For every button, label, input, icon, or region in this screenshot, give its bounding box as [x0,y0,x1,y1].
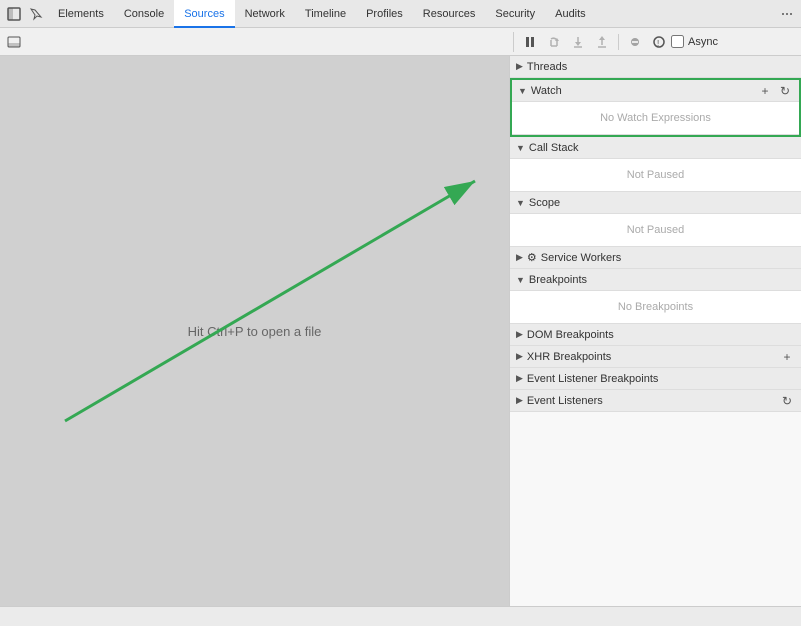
main-area: Hit Ctrl+P to open a file ▶ Threads ▼ Wa… [0,56,801,606]
step-over-button[interactable] [542,30,566,54]
call-stack-arrow: ▼ [516,143,525,153]
sources-toolbar: ! Async [0,28,801,56]
dom-breakpoints-label: DOM Breakpoints [527,329,614,341]
scope-label: Scope [529,197,560,209]
scope-status: Not Paused [510,218,801,242]
watch-actions: + ↻ [757,83,793,99]
async-checkbox-group: Async [671,35,718,48]
open-file-hint: Hit Ctrl+P to open a file [188,324,322,339]
tab-elements[interactable]: Elements [48,0,114,28]
xhr-actions: + [779,349,795,365]
watch-placeholder: No Watch Expressions [512,106,799,130]
tab-audits[interactable]: Audits [545,0,596,28]
tab-timeline[interactable]: Timeline [295,0,356,28]
event-listeners-section-header[interactable]: ▶ Event Listeners ↻ [510,390,801,412]
step-into-button[interactable] [566,30,590,54]
service-workers-arrow: ▶ [516,252,523,263]
watch-refresh-button[interactable]: ↻ [777,83,793,99]
call-stack-section-header[interactable]: ▼ Call Stack [510,137,801,159]
deactivate-breakpoints-button[interactable] [623,30,647,54]
watch-label: Watch [531,85,562,97]
breakpoints-section-header[interactable]: ▼ Breakpoints [510,269,801,291]
toolbar-separator [618,34,619,50]
watch-section: ▼ Watch + ↻ No Watch Expressions [510,78,801,137]
status-bar [0,606,801,626]
tab-security[interactable]: Security [485,0,545,28]
threads-section-header[interactable]: ▶ Threads [510,56,801,78]
tab-profiles[interactable]: Profiles [356,0,413,28]
async-label: Async [688,36,718,48]
more-tabs-icon[interactable] [777,4,797,24]
event-listeners-refresh-button[interactable]: ↻ [779,393,795,409]
toolbar-right: ! Async [514,30,718,54]
xhr-add-button[interactable]: + [779,349,795,365]
call-stack-content: Not Paused [510,159,801,192]
dock-icon[interactable] [4,4,24,24]
step-out-button[interactable] [590,30,614,54]
watch-arrow: ▼ [518,86,527,96]
async-checkbox[interactable] [671,35,684,48]
event-listeners-actions: ↻ [779,393,795,409]
threads-label: Threads [527,61,567,73]
call-stack-status: Not Paused [510,163,801,187]
svg-text:!: ! [657,39,659,48]
dom-breakpoints-arrow: ▶ [516,329,523,340]
left-panel: Hit Ctrl+P to open a file [0,56,510,606]
service-workers-label: Service Workers [541,252,621,264]
top-tabs: Elements Console Sources Network Timelin… [0,0,801,28]
event-listener-breakpoints-arrow: ▶ [516,373,523,384]
tab-sources[interactable]: Sources [174,0,234,28]
right-panel: ▶ Threads ▼ Watch + ↻ No Watch Expressio… [510,56,801,606]
event-listeners-label: Event Listeners [527,395,603,407]
breakpoints-label: Breakpoints [529,274,587,286]
pause-on-exceptions-button[interactable]: ! [647,30,671,54]
inspect-icon[interactable] [26,4,46,24]
event-listener-breakpoints-section-header[interactable]: ▶ Event Listener Breakpoints [510,368,801,390]
tab-resources[interactable]: Resources [413,0,486,28]
xhr-breakpoints-label: XHR Breakpoints [527,351,611,363]
scope-arrow: ▼ [516,198,525,208]
show-drawer-icon[interactable] [4,32,24,52]
service-workers-section-header[interactable]: ▶ ⚙ Service Workers [510,247,801,269]
breakpoints-content: No Breakpoints [510,291,801,324]
event-listener-breakpoints-label: Event Listener Breakpoints [527,373,658,385]
tab-console[interactable]: Console [114,0,174,28]
call-stack-label: Call Stack [529,142,579,154]
scope-section-header[interactable]: ▼ Scope [510,192,801,214]
dom-breakpoints-section-header[interactable]: ▶ DOM Breakpoints [510,324,801,346]
tab-network[interactable]: Network [235,0,295,28]
pause-button[interactable] [518,30,542,54]
watch-content: No Watch Expressions [512,102,799,135]
watch-section-header[interactable]: ▼ Watch + ↻ [512,80,799,102]
event-listeners-arrow: ▶ [516,395,523,406]
cog-icon: ⚙ [527,251,537,264]
scope-content: Not Paused [510,214,801,247]
watch-add-button[interactable]: + [757,83,773,99]
breakpoints-placeholder: No Breakpoints [510,295,801,319]
toolbar-left [4,32,514,52]
breakpoints-arrow: ▼ [516,275,525,285]
threads-arrow: ▶ [516,61,523,72]
xhr-breakpoints-section-header[interactable]: ▶ XHR Breakpoints + [510,346,801,368]
xhr-breakpoints-arrow: ▶ [516,351,523,362]
